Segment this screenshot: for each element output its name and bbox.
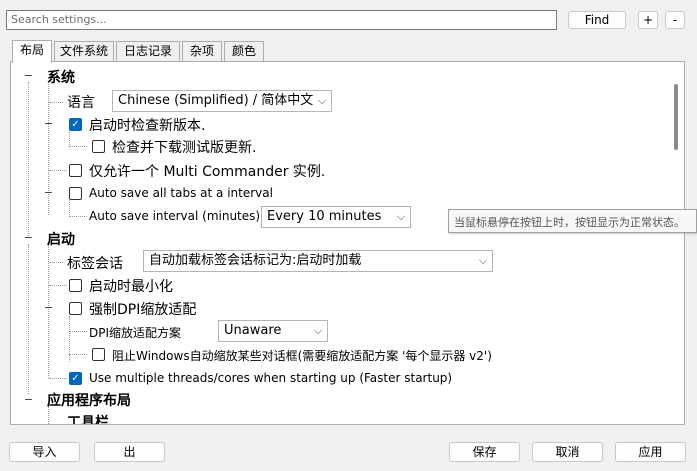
collapse-system-icon[interactable]: − [23,70,34,82]
tab-colors[interactable]: 颜色 [224,41,264,62]
session-value: 自动加载标签会话标记为:启动时加载 [149,253,362,268]
section-system: 系统 [47,70,75,86]
block-windows-checkbox[interactable] [92,348,105,361]
section-startup: 启动 [47,232,75,248]
session-label: 标签会话 [67,256,123,272]
tab-layout[interactable]: 布局 [12,40,52,63]
tooltip: 当鼠标悬停在按钮上时，按钮显示为正常状态。 [448,209,697,233]
tab-file-system[interactable]: 文件系统 [54,41,114,62]
collapse-autosave-icon[interactable]: − [43,187,54,199]
export-button[interactable]: 出 [94,442,165,462]
cancel-button[interactable]: 取消 [532,442,603,462]
autosave-interval-label: Auto save interval (minutes) [89,209,261,223]
language-value: Chinese (Simplified) / 简体中文 [118,93,314,108]
chevron-down-icon: ⌵ [478,254,488,267]
expand-all-button[interactable]: + [638,11,658,29]
chevron-down-icon: ⌵ [317,94,327,107]
collapse-all-button[interactable]: - [665,11,685,29]
dpi-scheme-label: DPI缩放适配方案 [89,326,182,340]
import-button[interactable]: 导入 [9,442,80,462]
minimize-label: 启动时最小化 [89,279,173,295]
vertical-scrollbar[interactable] [666,62,684,424]
chevron-down-icon: ⌵ [313,324,323,337]
dpi-scheme-value: Unaware [224,323,282,338]
section-app-layout: 应用程序布局 [47,393,131,409]
save-button[interactable]: 保存 [449,442,520,462]
search-input[interactable]: Search settings... [6,10,557,30]
collapse-force-dpi-icon[interactable]: − [43,302,54,314]
check-update-checkbox[interactable]: ✓ [69,118,82,131]
language-select[interactable]: Chinese (Simplified) / 简体中文 ⌵ [112,90,332,112]
chevron-down-icon: ⌵ [396,210,406,223]
check-beta-label: 检查并下载测试版更新. [112,140,257,156]
minimize-checkbox[interactable] [69,279,82,292]
settings-tree: − 系统 语言 Chinese (Simplified) / 简体中文 ⌵ − … [11,62,666,424]
force-dpi-checkbox[interactable] [69,302,82,315]
collapse-check-update-icon[interactable]: − [43,118,54,130]
autosave-label: Auto save all tabs at a interval [89,186,273,200]
autosave-interval-value: Every 10 minutes [267,209,382,224]
block-windows-label: 阻止Windows自动缩放某些对话框(需要缩放适配方案 '每个显示器 v2') [112,349,492,363]
dpi-scheme-select[interactable]: Unaware ⌵ [218,320,328,342]
autosave-interval-select[interactable]: Every 10 minutes ⌵ [261,206,411,228]
force-dpi-label: 强制DPI缩放适配 [89,302,197,318]
language-label: 语言 [67,95,95,111]
collapse-startup-icon[interactable]: − [23,232,34,244]
apply-button[interactable]: 应用 [615,442,686,462]
single-instance-checkbox[interactable] [69,164,82,177]
single-instance-label: 仅允许一个 Multi Commander 实例. [89,164,326,180]
autosave-checkbox[interactable] [69,187,82,200]
collapse-layout-icon[interactable]: − [23,394,34,406]
tab-misc[interactable]: 杂项 [182,41,222,62]
section-toolbar: 工具栏 [67,415,109,425]
settings-panel: − 系统 语言 Chinese (Simplified) / 简体中文 ⌵ − … [10,61,685,425]
scrollbar-thumb[interactable] [674,84,678,150]
multithread-checkbox[interactable]: ✓ [69,372,82,385]
find-button[interactable]: Find [568,11,626,29]
session-select[interactable]: 自动加载标签会话标记为:启动时加载 ⌵ [143,250,493,272]
multithread-label: Use multiple threads/cores when starting… [89,371,453,385]
check-beta-checkbox[interactable] [92,140,105,153]
tab-logging[interactable]: 日志记录 [116,41,180,62]
check-update-label: 启动时检查新版本. [89,118,206,134]
